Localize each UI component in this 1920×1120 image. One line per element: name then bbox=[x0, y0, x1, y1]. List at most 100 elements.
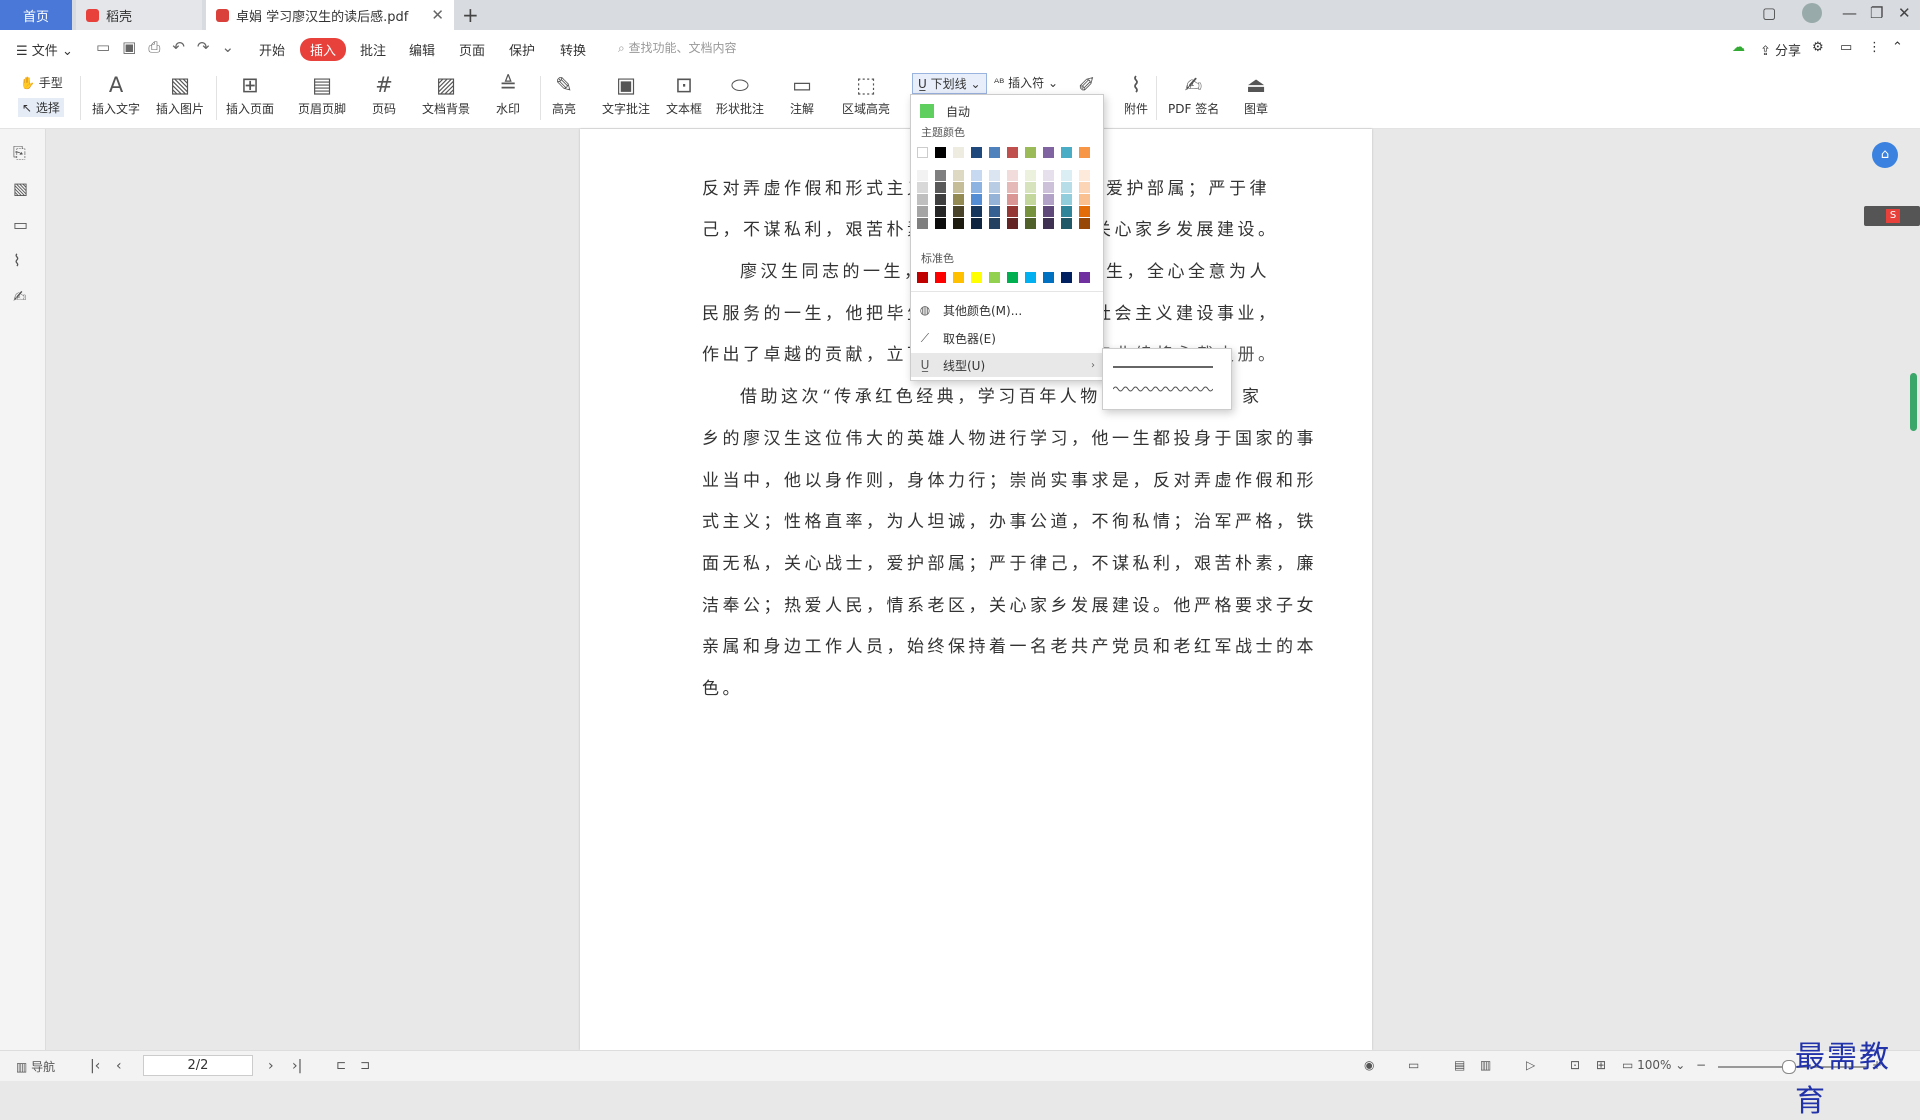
play-icon[interactable]: ▷ bbox=[1526, 1058, 1535, 1072]
theme-color-swatch[interactable] bbox=[953, 147, 964, 158]
navigation-button[interactable]: ▥ 导航 bbox=[16, 1058, 55, 1075]
theme-shade-swatch[interactable] bbox=[917, 194, 928, 205]
minimize-icon[interactable]: — bbox=[1842, 4, 1857, 22]
first-page-button[interactable]: |‹ bbox=[90, 1058, 100, 1074]
single-page-view-icon[interactable]: ▭ bbox=[1408, 1058, 1419, 1072]
standard-color-swatch[interactable] bbox=[1007, 272, 1018, 283]
theme-shade-swatch[interactable] bbox=[1079, 170, 1090, 181]
stamp-button[interactable]: ⏏ 图章 bbox=[1244, 70, 1268, 117]
standard-color-swatch[interactable] bbox=[935, 272, 946, 283]
theme-shade-swatch[interactable] bbox=[917, 218, 928, 229]
theme-shade-swatch[interactable] bbox=[935, 170, 946, 181]
standard-color-swatch[interactable] bbox=[917, 272, 928, 283]
color-picker-option[interactable]: ⟋ 取色器(E) bbox=[917, 326, 1097, 350]
quick-access-icons[interactable]: ▭▣⎙↶↷⌄ bbox=[96, 38, 246, 56]
wavy-line-option[interactable] bbox=[1113, 385, 1213, 393]
theme-shade-swatch[interactable] bbox=[953, 182, 964, 193]
restore-icon[interactable]: ❐ bbox=[1870, 4, 1883, 22]
standard-color-swatch[interactable] bbox=[1079, 272, 1090, 283]
header-footer-button[interactable]: ▤ 页眉页脚 bbox=[298, 70, 346, 117]
theme-shade-swatch[interactable] bbox=[1007, 194, 1018, 205]
signature-icon[interactable]: ✍ bbox=[13, 287, 26, 306]
menu-comment[interactable]: 批注 bbox=[360, 40, 386, 59]
message-icon[interactable]: ▭ bbox=[1840, 40, 1852, 55]
standard-color-swatch[interactable] bbox=[989, 272, 1000, 283]
share-button[interactable]: ⇪ 分享 bbox=[1760, 40, 1801, 59]
highlight-button[interactable]: ✎ 高亮 bbox=[552, 70, 576, 117]
settings-icon[interactable]: ⚙ bbox=[1812, 40, 1824, 55]
last-page-button[interactable]: ›| bbox=[292, 1058, 302, 1074]
theme-shade-swatch[interactable] bbox=[953, 206, 964, 217]
theme-shade-swatch[interactable] bbox=[989, 206, 1000, 217]
standard-color-swatch[interactable] bbox=[953, 272, 964, 283]
theme-shade-swatch[interactable] bbox=[971, 170, 982, 181]
theme-color-swatch[interactable] bbox=[1043, 147, 1054, 158]
zoom-select[interactable]: ▭ 100% ⌄ bbox=[1622, 1058, 1685, 1072]
theme-shade-swatch[interactable] bbox=[953, 218, 964, 229]
page-number-input[interactable]: 2/2 bbox=[143, 1055, 253, 1076]
menu-convert[interactable]: 转换 bbox=[560, 40, 586, 59]
insert-image-button[interactable]: ▧ 插入图片 bbox=[156, 70, 204, 117]
dual-page-view-icon[interactable]: ▥ bbox=[1480, 1058, 1491, 1072]
theme-color-swatch[interactable] bbox=[989, 147, 1000, 158]
solid-line-option[interactable] bbox=[1113, 366, 1213, 368]
avatar[interactable] bbox=[1802, 3, 1822, 23]
hand-tool-button[interactable]: ✋ 手型 bbox=[20, 74, 63, 91]
theme-shade-swatch[interactable] bbox=[1079, 206, 1090, 217]
theme-shade-swatch[interactable] bbox=[917, 170, 928, 181]
insert-symbol-button[interactable]: ᴬᴮ 插入符 ⌄ bbox=[994, 74, 1058, 91]
theme-shade-swatch[interactable] bbox=[989, 218, 1000, 229]
theme-color-swatch[interactable] bbox=[1007, 147, 1018, 158]
standard-color-swatch[interactable] bbox=[1061, 272, 1072, 283]
prev-view-button[interactable]: ⊏ bbox=[336, 1058, 346, 1072]
theme-shade-swatch[interactable] bbox=[1007, 218, 1018, 229]
cloud-sync-icon[interactable]: ☁ bbox=[1732, 40, 1745, 55]
next-view-button[interactable]: ⊐ bbox=[360, 1058, 370, 1072]
theme-shade-swatch[interactable] bbox=[1079, 194, 1090, 205]
tab-document[interactable]: 卓娟 学习廖汉生的读后感.pdf ✕ bbox=[206, 0, 454, 30]
theme-color-swatch[interactable] bbox=[935, 147, 946, 158]
continuous-view-icon[interactable]: ▤ bbox=[1454, 1058, 1465, 1072]
menu-page[interactable]: 页面 bbox=[459, 40, 485, 59]
bookmark-icon[interactable]: ⎘ bbox=[13, 143, 26, 163]
theme-color-swatch[interactable] bbox=[917, 147, 928, 158]
theme-shade-swatch[interactable] bbox=[989, 170, 1000, 181]
prev-page-button[interactable]: ‹ bbox=[116, 1058, 122, 1074]
fit-page-icon[interactable]: ⊞ bbox=[1596, 1058, 1606, 1072]
standard-color-swatch[interactable] bbox=[971, 272, 982, 283]
zoom-out-button[interactable]: − bbox=[1696, 1058, 1706, 1072]
auto-color-option[interactable]: 自动 bbox=[917, 99, 1097, 123]
theme-shade-swatch[interactable] bbox=[971, 218, 982, 229]
zoom-slider-handle[interactable] bbox=[1782, 1060, 1796, 1074]
theme-shade-swatch[interactable] bbox=[1043, 170, 1054, 181]
tab-daoke[interactable]: 稻壳 bbox=[76, 0, 202, 30]
actual-size-icon[interactable]: ⊡ bbox=[1570, 1058, 1580, 1072]
theme-color-swatch[interactable] bbox=[1079, 147, 1090, 158]
menu-start[interactable]: 开始 bbox=[259, 40, 285, 59]
standard-color-swatch[interactable] bbox=[1043, 272, 1054, 283]
menu-insert[interactable]: 插入 bbox=[300, 38, 347, 61]
theme-shade-swatch[interactable] bbox=[1025, 218, 1036, 229]
thumbnail-icon[interactable]: ▧ bbox=[13, 179, 28, 198]
theme-shade-swatch[interactable] bbox=[971, 182, 982, 193]
close-icon[interactable]: ✕ bbox=[431, 6, 444, 24]
shape-annotation-button[interactable]: ⬭ 形状批注 bbox=[716, 70, 764, 117]
theme-shade-swatch[interactable] bbox=[1079, 218, 1090, 229]
assistant-icon[interactable]: ⌂ bbox=[1872, 142, 1898, 168]
theme-shade-swatch[interactable] bbox=[1025, 194, 1036, 205]
theme-shade-swatch[interactable] bbox=[1043, 206, 1054, 217]
theme-shade-swatch[interactable] bbox=[989, 194, 1000, 205]
theme-shade-swatch[interactable] bbox=[953, 170, 964, 181]
theme-color-swatch[interactable] bbox=[1025, 147, 1036, 158]
theme-shade-swatch[interactable] bbox=[1007, 170, 1018, 181]
comment-icon[interactable]: ▭ bbox=[13, 215, 28, 234]
tab-home[interactable]: 首页 bbox=[0, 0, 72, 30]
theme-shade-swatch[interactable] bbox=[935, 218, 946, 229]
more-icon[interactable]: ⋮ bbox=[1868, 40, 1881, 55]
theme-shade-swatch[interactable] bbox=[1079, 182, 1090, 193]
menu-edit[interactable]: 编辑 bbox=[409, 40, 435, 59]
underline-button[interactable]: U̲ 下划线 ⌄ bbox=[912, 73, 987, 94]
new-tab-button[interactable]: + bbox=[462, 3, 479, 27]
theme-shade-swatch[interactable] bbox=[1007, 206, 1018, 217]
theme-shade-swatch[interactable] bbox=[1043, 194, 1054, 205]
